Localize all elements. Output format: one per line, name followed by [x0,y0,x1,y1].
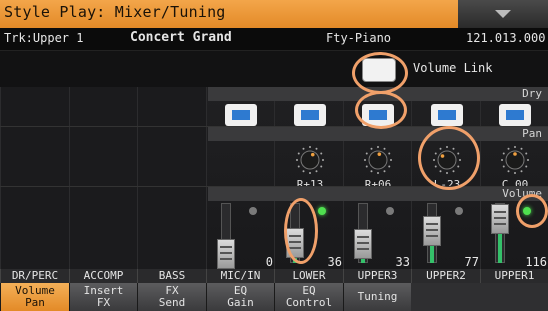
channel-strip-upper2: L-23 77 [411,87,481,271]
dry-button-indicator [301,110,319,120]
volume-value: 33 [395,255,410,269]
volume-fader-handle[interactable] [354,229,372,259]
sound-bank: 121.013.000 [466,31,546,45]
tab-label-line1: FX [165,284,179,297]
fader-grip [289,235,301,237]
pan-knob[interactable] [500,145,530,175]
tab-label-line1: EQ [302,284,316,297]
tab-label-line2: Control [285,296,333,309]
fader-grip [494,217,506,219]
fader-grip [494,223,506,225]
channel-strip-accomp [69,87,138,271]
channel-name[interactable]: UPPER3 [343,269,411,283]
tab-label-line1: Insert [83,284,124,297]
channel-name[interactable]: ACCOMP [69,269,137,283]
channel-name[interactable]: BASS [137,269,206,283]
play-status-led[interactable] [523,207,531,215]
tab-label-line2: FX [96,296,111,309]
volume-value: 77 [464,255,479,269]
dry-button[interactable] [431,104,463,126]
pan-knob[interactable] [363,145,393,175]
dry-button[interactable] [362,104,394,126]
fader-grip [289,241,301,243]
volume-section-label: Volume [208,187,548,201]
fader-grip [220,246,232,248]
page-title: Style Play: Mixer/Tuning [4,3,226,21]
volume-value: 36 [327,255,342,269]
tab-label-line1: Tuning [357,290,398,303]
tab-fx-send[interactable]: FX Send [137,283,206,311]
pan-section-label: Pan [208,127,548,141]
play-status-led[interactable] [249,207,257,215]
play-status-led[interactable] [455,207,463,215]
sound-category: Fty-Piano [326,31,392,45]
channel-strip-bass [137,87,207,271]
volume-link-label: Volume Link [413,61,493,75]
tab-tuning[interactable]: Tuning [343,283,411,311]
sound-name[interactable]: Concert Grand [130,30,232,45]
tab-label-line1: Volume [15,284,55,297]
channel-strip-upper3: R+06 33 [343,87,412,271]
fader-grip [426,223,438,225]
dry-button[interactable] [499,104,531,126]
fader-grip [357,242,369,244]
volume-link-checkbox[interactable] [362,58,396,82]
dry-button-indicator [438,110,456,120]
play-status-led[interactable] [386,207,394,215]
fader-grip [426,235,438,237]
fader-grip [220,258,232,260]
fader-grip [357,248,369,250]
tab-eq-control[interactable]: EQ Control [274,283,343,311]
tab-volume-pan[interactable]: Volume Pan [0,283,69,311]
fader-grip [357,236,369,238]
tab-eq-gain[interactable]: EQ Gain [206,283,274,311]
track-info-bar: Trk:Upper 1 Concert Grand Fty-Piano 121.… [0,28,548,51]
channel-name[interactable]: UPPER1 [480,269,548,283]
fader-grip [220,252,232,254]
track-label: Trk:Upper 1 [4,31,84,45]
channel-strip-upper1: C 00 116 [480,87,548,271]
tab-label-line2: Send [158,296,186,309]
tab-label-line2: Pan [25,296,45,309]
channel-strip-lower: R+13 36 [274,87,344,271]
channel-name-row: DR/PERC ACCOMP BASS MIC/IN LOWER UPPER3 UPPER2… [0,269,548,283]
row-divider [0,186,548,187]
volume-fader-handle[interactable] [217,239,235,269]
fader-grip [494,211,506,213]
volume-link-row: Volume Link [0,51,548,87]
dry-button[interactable] [294,104,326,126]
channel-strip-dr-perc [0,87,70,271]
volume-value: 116 [525,255,547,269]
dry-button[interactable] [225,104,257,126]
tab-bar: Volume Pan Insert FX FX Send EQ Gain EQ Control Tu… [0,283,548,311]
volume-fader-handle[interactable] [423,216,441,246]
volume-fader-handle[interactable] [491,204,509,234]
mixer-main: Volume Link 0 R+13 36 R+06 33 L-23 77 C 00 116 Dr… [0,51,548,271]
volume-value: 0 [265,255,273,269]
page-menu-button[interactable] [458,0,548,28]
dry-button-indicator [506,110,524,120]
channel-name[interactable]: MIC/IN [206,269,274,283]
play-status-led[interactable] [318,207,326,215]
pan-knob[interactable] [432,145,462,175]
channel-grid: 0 R+13 36 R+06 33 L-23 77 C 00 116 Dry Pan Volume [0,87,548,271]
row-divider [0,126,548,127]
chevron-down-icon [495,10,511,18]
volume-fader-handle[interactable] [286,228,304,258]
title-bar: Style Play: Mixer/Tuning [0,0,548,28]
tab-label-line1: EQ [233,284,248,297]
channel-name[interactable]: LOWER [274,269,343,283]
fader-grip [289,247,301,249]
tab-insert-fx[interactable]: Insert FX [69,283,137,311]
dry-section-label: Dry [208,87,548,101]
channel-name[interactable]: UPPER2 [411,269,480,283]
channel-strip-mic-in: 0 [206,87,275,271]
fader-grip [426,229,438,231]
pan-knob[interactable] [295,145,325,175]
dry-button-indicator [369,110,387,120]
mixer-screen: Style Play: Mixer/Tuning Trk:Upper 1 Con… [0,0,548,311]
tab-label-line2: Gain [227,296,254,309]
dry-button-indicator [232,110,250,120]
channel-name[interactable]: DR/PERC [0,269,69,283]
